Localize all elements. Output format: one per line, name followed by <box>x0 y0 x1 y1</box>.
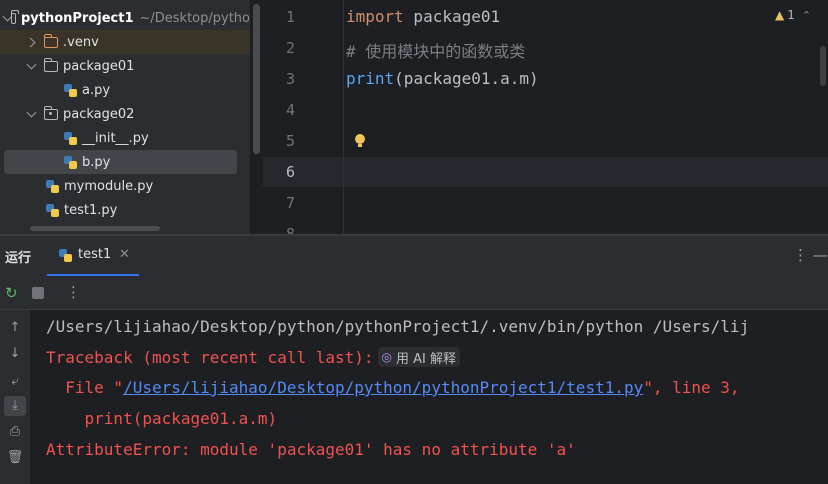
code-keyword: import <box>346 7 404 26</box>
current-line-highlight <box>263 157 828 187</box>
tree-item-package02[interactable]: package02 <box>0 102 250 126</box>
more-options-icon[interactable]: ⋮ <box>793 246 808 264</box>
python-file-icon <box>46 203 59 217</box>
tab-test1[interactable]: test1 ✕ <box>47 236 139 276</box>
tree-item-test1-py[interactable]: test1.py <box>0 198 250 222</box>
file-suffix: ", line 3, <box>643 378 750 397</box>
trash-icon[interactable]: 🗑 <box>4 448 26 468</box>
line-number: 6 <box>285 163 295 181</box>
gutter-separator <box>343 0 344 234</box>
tree-item-init-py[interactable]: __init__.py <box>0 126 250 150</box>
python-file-icon <box>59 249 72 262</box>
folder-icon <box>43 57 58 72</box>
stop-icon[interactable] <box>32 287 44 299</box>
tab-label: test1 <box>78 247 112 262</box>
tree-item-project-root[interactable]: pythonProject1 ~/Desktop/pytho <box>0 6 250 30</box>
package-folder-icon <box>43 105 58 120</box>
chevron-down-icon[interactable] <box>2 12 5 24</box>
tree-item-package01[interactable]: package01 <box>0 54 250 78</box>
code-line-2[interactable]: # 使用模块中的函数或类 <box>346 38 525 62</box>
run-panel-header: 运行 test1 ✕ ⋮ — <box>0 236 828 276</box>
run-panel-title: 运行 <box>5 251 32 266</box>
ai-explain-label: 用 AI 解释 <box>396 351 456 367</box>
close-icon[interactable]: ✕ <box>119 247 130 262</box>
tree-item-label: b.py <box>82 154 111 170</box>
line-number: 3 <box>285 70 295 88</box>
line-number: 7 <box>285 194 295 212</box>
inspection-widget[interactable]: ▲ 1 ⌃ <box>775 8 811 22</box>
tree-item-label: package01 <box>63 58 135 74</box>
tree-item-label: mymodule.py <box>64 178 154 194</box>
tree-item-mymodule-py[interactable]: mymodule.py <box>0 174 250 198</box>
project-tree: pythonProject1 ~/Desktop/pytho .venv pac… <box>0 0 250 234</box>
code-text: package01 <box>403 7 501 26</box>
tree-item-label: package02 <box>63 106 135 122</box>
folder-icon <box>10 9 19 24</box>
arrow-down-icon[interactable]: ↓ <box>4 344 26 364</box>
code-function: print <box>346 69 395 88</box>
chevron-up-icon[interactable]: ⌃ <box>802 9 811 22</box>
python-file-icon <box>64 83 77 97</box>
console-line-file: File "/Users/lijiahao/Desktop/python/pyt… <box>46 378 749 397</box>
warning-count: 1 <box>787 8 795 22</box>
tree-item-a-py[interactable]: a.py <box>0 78 250 102</box>
tree-horizontal-scrollbar[interactable] <box>30 226 160 231</box>
code-text: (package01.a.m) <box>394 69 539 88</box>
chevron-down-icon[interactable] <box>26 60 38 72</box>
python-file-icon <box>64 155 77 169</box>
project-name: pythonProject1 <box>20 10 134 26</box>
console-side-toolbar: ↑ ↓ ⤶ ⤓ ⎙ 🗑 <box>0 310 30 484</box>
code-line-3[interactable]: print(package01.a.m) <box>346 69 539 88</box>
chevron-down-icon[interactable] <box>26 108 38 120</box>
console-output[interactable]: /Users/lijiahao/Desktop/python/pythonPro… <box>30 310 828 484</box>
soft-wrap-icon[interactable]: ⤶ <box>4 372 26 392</box>
console-line-command: /Users/lijiahao/Desktop/python/pythonPro… <box>46 317 750 336</box>
console-line-traceback: Traceback (most recent call last): ◎ 用 AI … <box>46 347 460 367</box>
print-icon[interactable]: ⎙ <box>4 422 26 442</box>
minimize-icon[interactable]: — <box>813 246 828 264</box>
lightbulb-icon[interactable] <box>355 134 365 148</box>
project-path: ~/Desktop/pytho <box>139 10 251 26</box>
console-line-error: AttributeError: module 'package01' has n… <box>46 440 576 459</box>
ai-assistant-icon: ◎ <box>381 350 392 364</box>
more-actions-icon[interactable]: ⋮ <box>66 283 81 301</box>
tree-item-label: .venv <box>63 34 99 50</box>
file-link[interactable]: /Users/lijiahao/Desktop/python/pythonPro… <box>123 378 643 397</box>
tree-item-label: a.py <box>82 82 111 98</box>
run-toolbar: ↻ ⋮ <box>0 276 828 310</box>
rerun-icon[interactable]: ↻ <box>5 284 18 302</box>
tree-item-b-py[interactable]: b.py <box>4 150 237 174</box>
folder-icon <box>43 33 58 48</box>
traceback-text: Traceback (most recent call last): <box>46 348 374 367</box>
file-prefix: File " <box>46 378 124 397</box>
tree-item-label: __init__.py <box>82 130 149 146</box>
python-file-icon <box>46 179 59 193</box>
ai-explain-button[interactable]: ◎ 用 AI 解释 <box>377 347 460 367</box>
line-number: 2 <box>285 39 295 57</box>
code-editor[interactable]: 1 2 3 4 5 6 7 8 import package01 # 使用模块中… <box>263 0 828 234</box>
line-number: 1 <box>285 8 295 26</box>
scroll-to-end-icon[interactable]: ⤓ <box>4 396 26 416</box>
console-line-code: print(package01.a.m) <box>46 409 278 428</box>
warning-icon: ▲ <box>775 8 785 22</box>
line-number: 8 <box>285 225 295 234</box>
editor-scrollbar[interactable] <box>820 46 826 86</box>
python-file-icon <box>64 131 77 145</box>
line-number: 4 <box>285 101 295 119</box>
chevron-right-icon[interactable] <box>26 36 38 48</box>
tree-item-label: test1.py <box>64 202 118 218</box>
tree-vertical-scrollbar[interactable] <box>253 4 260 154</box>
line-number: 5 <box>285 132 295 150</box>
tree-item-venv[interactable]: .venv <box>0 30 250 54</box>
arrow-up-icon[interactable]: ↑ <box>4 318 26 338</box>
code-line-1[interactable]: import package01 <box>346 7 500 26</box>
